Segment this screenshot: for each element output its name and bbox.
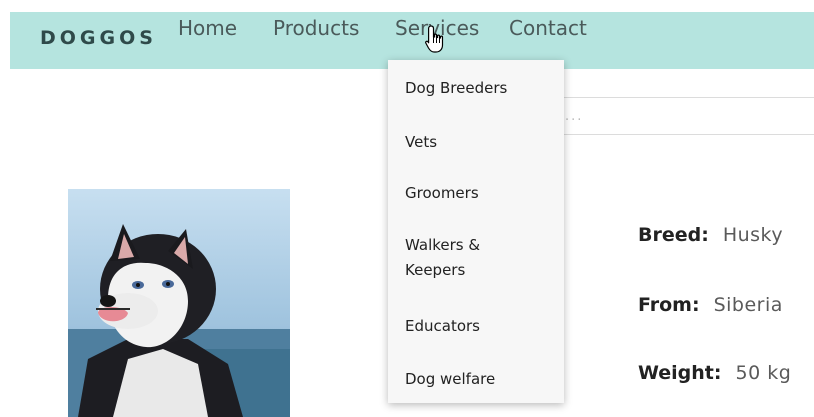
dropdown-item-groomers[interactable]: Groomers — [405, 181, 555, 206]
dropdown-item-vets[interactable]: Vets — [405, 130, 555, 155]
breed-label: Breed: — [638, 224, 709, 246]
weight-label: Weight: — [638, 362, 722, 384]
nav-link-products[interactable]: Products — [273, 16, 359, 40]
breed-value: Husky — [722, 224, 784, 246]
nav-link-home[interactable]: Home — [178, 16, 237, 40]
from-label: From: — [638, 294, 700, 316]
from-row: From: Siberia — [638, 294, 783, 316]
dropdown-item-educators[interactable]: Educators — [405, 314, 555, 339]
weight-row: Weight: 50 kg — [638, 362, 791, 384]
dropdown-item-dog-breeders[interactable]: Dog Breeders — [405, 76, 555, 101]
hand-pointer-icon — [425, 25, 444, 53]
dropdown-item-dog-welfare[interactable]: Dog welfare — [405, 367, 555, 392]
services-dropdown-menu: Dog Breeders Vets Groomers Walkers & Kee… — [388, 60, 564, 403]
dropdown-item-walkers-keepers[interactable]: Walkers & Keepers — [405, 233, 515, 283]
weight-value: 50 kg — [735, 362, 792, 384]
search-input[interactable]: e... — [520, 97, 814, 135]
breed-row: Breed: Husky — [638, 224, 783, 246]
husky-photo — [68, 189, 290, 417]
page: DOGGOS Home Products Services Contact e.… — [0, 0, 814, 417]
brand-logo[interactable]: DOGGOS — [40, 27, 157, 49]
nav-link-contact[interactable]: Contact — [509, 16, 587, 40]
from-value: Siberia — [713, 294, 783, 316]
